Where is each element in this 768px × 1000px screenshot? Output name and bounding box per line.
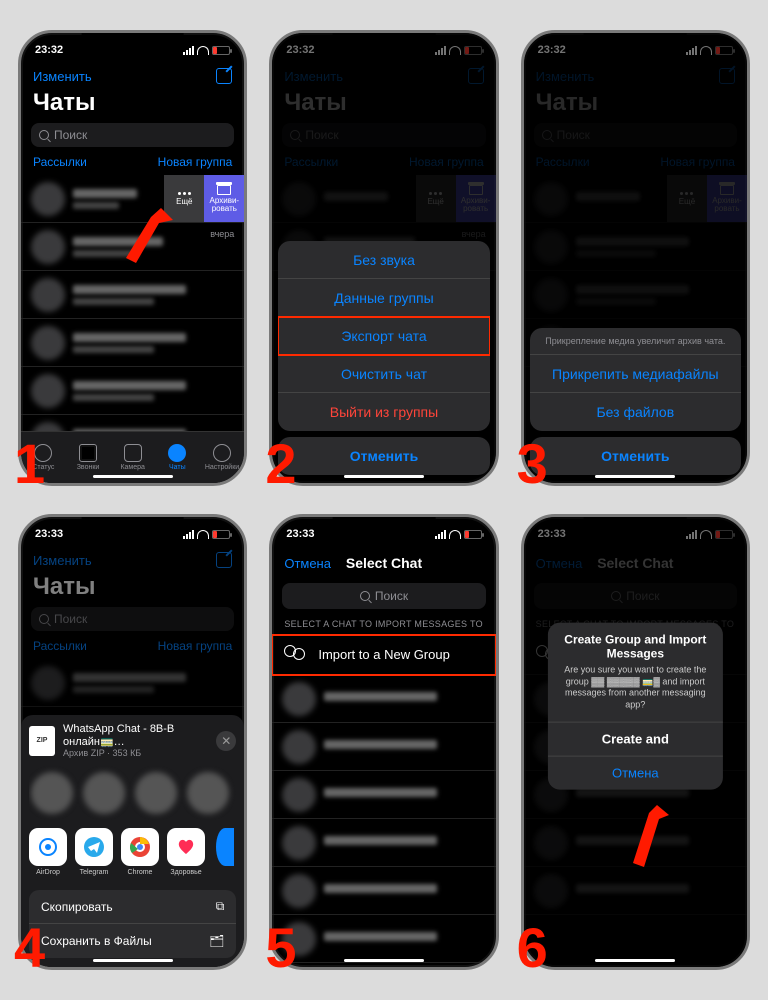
step-number: 3 — [517, 436, 548, 492]
copy-icon: ⧉ — [216, 899, 225, 914]
search-input[interactable]: Поиск — [282, 583, 485, 609]
share-app-chrome[interactable]: Chrome — [121, 828, 159, 876]
chat-row[interactable] — [272, 915, 495, 963]
compose-icon[interactable] — [216, 68, 232, 84]
chat-row[interactable] — [272, 819, 495, 867]
file-icon: ZIP — [29, 726, 55, 756]
wifi-icon — [197, 46, 209, 55]
sheet-group-info[interactable]: Данные группы — [278, 279, 489, 317]
step-number: 5 — [265, 920, 296, 976]
chat-row[interactable] — [21, 319, 244, 367]
sheet-cancel[interactable]: Отменить — [530, 437, 741, 475]
sheet-cancel[interactable]: Отменить — [278, 437, 489, 475]
share-app-airdrop[interactable]: AirDrop — [29, 828, 67, 876]
group-icon — [284, 643, 308, 667]
share-contacts[interactable] — [29, 766, 236, 824]
cancel-link[interactable]: Отмена — [284, 556, 331, 571]
share-file-title: WhatsApp Chat - 8В-В онлайн🚃… — [63, 723, 208, 748]
select-chat-header: Отмена Select Chat — [272, 547, 495, 579]
sheet-note: Прикрепление медиа увеличит архив чата. — [530, 328, 741, 355]
phone-5: 23:33 Отмена Select Chat Поиск SELECT A … — [269, 514, 498, 970]
share-copy[interactable]: Скопировать⧉ — [29, 890, 236, 924]
battery-icon — [212, 46, 230, 55]
share-sheet: ZIP WhatsApp Chat - 8В-В онлайн🚃… Архив … — [21, 715, 244, 967]
home-indicator[interactable] — [93, 475, 173, 478]
select-chat-title: Select Chat — [346, 555, 422, 571]
signal-icon — [183, 46, 194, 55]
edit-link[interactable]: Изменить — [33, 69, 92, 84]
annotation-arrow — [111, 203, 181, 273]
alert-message: Are you sure you want to create the grou… — [548, 665, 722, 722]
sheet-clear-chat[interactable]: Очистить чат — [278, 355, 489, 393]
tab-settings[interactable]: Настройки — [200, 432, 245, 483]
search-icon — [39, 130, 49, 140]
sheet-leave-group[interactable]: Выйти из группы — [278, 393, 489, 431]
sheet-export-chat[interactable]: Экспорт чата — [278, 317, 489, 355]
share-app-health[interactable]: Здоровье — [167, 828, 205, 876]
alert-cancel-button[interactable]: Отмена — [548, 755, 722, 789]
search-input[interactable]: Поиск — [31, 123, 234, 147]
confirm-alert: Create Group and Import Messages Are you… — [548, 623, 722, 790]
alert-title: Create Group and Import Messages — [548, 623, 722, 665]
phone-6: 23:33 ОтменаSelect Chat Поиск SELECT A C… — [521, 514, 750, 970]
archive-icon — [217, 185, 231, 195]
chat-row[interactable] — [21, 367, 244, 415]
step-number: 1 — [14, 436, 45, 492]
annotation-arrow — [619, 797, 679, 877]
status-time: 23:32 — [35, 44, 63, 56]
folder-icon: 🗂 — [209, 934, 224, 948]
phone-3: 23:32 Изменить Чаты Поиск РассылкиНовая … — [521, 30, 750, 486]
chat-row[interactable] — [272, 963, 495, 970]
more-icon — [178, 192, 191, 195]
chat-row[interactable] — [272, 723, 495, 771]
sheet-no-files[interactable]: Без файлов — [530, 393, 741, 431]
import-new-group[interactable]: Import to a New Group — [272, 635, 495, 675]
share-app-more[interactable] — [213, 828, 236, 876]
action-sheet: Без звука Данные группы Экспорт чата Очи… — [278, 241, 489, 475]
chat-row[interactable] — [272, 675, 495, 723]
sheet-attach-media[interactable]: Прикрепить медиафайлы — [530, 355, 741, 393]
close-icon[interactable]: ✕ — [216, 731, 236, 751]
phone-4: 23:33 Изменить Чаты Поиск РассылкиНовая … — [18, 514, 247, 970]
swipe-archive-button[interactable]: Архиви- ровать — [204, 175, 244, 222]
step-number: 2 — [265, 436, 296, 492]
phone-2: 23:32 Изменить Чаты Поиск РассылкиНовая … — [269, 30, 498, 486]
newgroup-link[interactable]: Новая группа — [158, 155, 233, 169]
page-title: Чаты — [21, 89, 244, 121]
section-header: SELECT A CHAT TO IMPORT MESSAGES TO — [272, 613, 495, 635]
chat-row[interactable] — [272, 771, 495, 819]
share-file-subtitle: Архив ZIP · 353 КБ — [63, 748, 208, 758]
share-save-files[interactable]: Сохранить в Файлы🗂 — [29, 924, 236, 958]
phone-1: 23:32 Изменить Чаты Поиск Рассылки Новая… — [18, 30, 247, 486]
chat-row[interactable] — [21, 271, 244, 319]
alert-create-button[interactable]: Create and — [548, 721, 722, 755]
step-number: 6 — [517, 920, 548, 976]
share-app-telegram[interactable]: Telegram — [75, 828, 113, 876]
chat-row[interactable] — [272, 867, 495, 915]
broadcast-link[interactable]: Рассылки — [33, 155, 87, 169]
step-number: 4 — [14, 920, 45, 976]
sheet-mute[interactable]: Без звука — [278, 241, 489, 279]
action-sheet: Прикрепление медиа увеличит архив чата. … — [530, 328, 741, 475]
